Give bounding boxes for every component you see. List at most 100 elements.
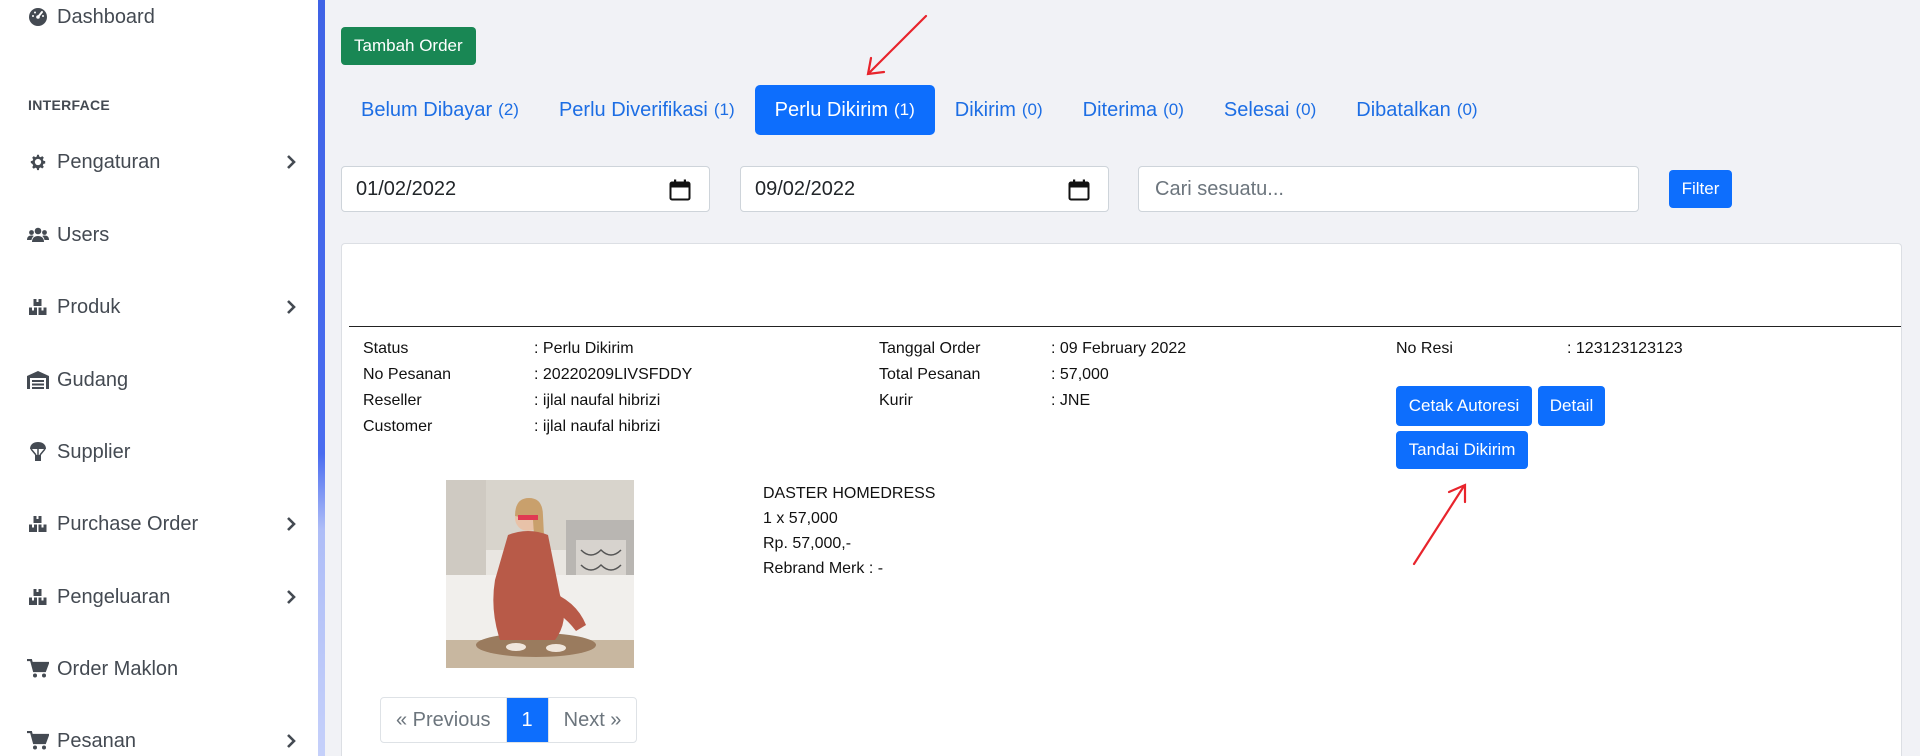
tab-label: Belum Dibayar bbox=[361, 98, 493, 121]
order-number-value: : 20220209LIVSFDDY bbox=[534, 366, 693, 383]
product-name: DASTER HOMEDRESS bbox=[763, 485, 936, 502]
tab-count: (0) bbox=[1021, 100, 1043, 119]
calendar-icon[interactable] bbox=[1068, 179, 1090, 207]
courier-value: : JNE bbox=[1051, 392, 1091, 409]
sidebar-item-label: Supplier bbox=[57, 440, 131, 463]
tab-label: Dikirim bbox=[954, 98, 1016, 121]
order-date-value: : 09 February 2022 bbox=[1051, 340, 1187, 357]
tab-label: Selesai bbox=[1223, 98, 1290, 121]
gear-icon bbox=[27, 152, 49, 172]
sidebar-item-supplier[interactable]: Supplier bbox=[27, 437, 297, 467]
customer-value: : ijlal naufal hibrizi bbox=[534, 418, 661, 435]
product-rebrand: Rebrand Merk : - bbox=[763, 560, 884, 577]
calendar-icon[interactable] bbox=[669, 179, 691, 207]
sidebar-item-pengaturan[interactable]: Pengaturan bbox=[27, 147, 297, 177]
sidebar-item-order-maklon[interactable]: Order Maklon bbox=[27, 654, 297, 684]
sidebar-item-users[interactable]: Users bbox=[27, 220, 297, 250]
date-from-input[interactable]: 01/02/2022 bbox=[341, 166, 710, 212]
sidebar-item-label: Pengaturan bbox=[57, 150, 161, 173]
pagination-next[interactable]: Next » bbox=[549, 698, 637, 742]
tab-count: (1) bbox=[894, 100, 915, 119]
order-total-label: Total Pesanan bbox=[879, 366, 981, 383]
chevron-right-icon bbox=[285, 732, 297, 755]
date-to-input[interactable]: 09/02/2022 bbox=[740, 166, 1109, 212]
tab-count: (1) bbox=[713, 100, 735, 119]
order-date-label: Tanggal Order bbox=[879, 340, 981, 357]
parachute-box-icon bbox=[27, 442, 49, 462]
tab-dikirim[interactable]: Dikirim (0) bbox=[935, 85, 1063, 135]
tab-selesai[interactable]: Selesai (0) bbox=[1204, 85, 1336, 135]
search-placeholder: Cari sesuatu... bbox=[1155, 177, 1284, 200]
product-price: Rp. 57,000,- bbox=[763, 535, 852, 552]
product-quantity: 1 x 57,000 bbox=[763, 510, 838, 527]
cart-icon bbox=[27, 731, 49, 751]
date-from-value: 01/02/2022 bbox=[356, 177, 457, 200]
chevron-right-icon bbox=[285, 153, 297, 176]
reseller-value: : ijlal naufal hibrizi bbox=[534, 392, 661, 409]
tab-perlu-diverifikasi[interactable]: Perlu Diverifikasi (1) bbox=[539, 85, 755, 135]
mark-as-sent-button[interactable]: Tandai Dikirim bbox=[1396, 431, 1528, 469]
sidebar-item-label: Pesanan bbox=[57, 729, 136, 752]
tab-dibatalkan[interactable]: Dibatalkan (0) bbox=[1336, 85, 1497, 135]
filter-button[interactable]: Filter bbox=[1669, 170, 1732, 208]
sidebar-item-label: Produk bbox=[57, 295, 121, 318]
sidebar-item-pesanan[interactable]: Pesanan bbox=[27, 726, 297, 756]
sidebar-item-label: Purchase Order bbox=[57, 512, 199, 535]
status-label: Status bbox=[363, 340, 409, 357]
sidebar-item-label: Gudang bbox=[57, 368, 129, 391]
sidebar-item-label: Dashboard bbox=[57, 5, 155, 28]
tab-count: (2) bbox=[498, 100, 519, 119]
order-number-label: No Pesanan bbox=[363, 366, 452, 383]
main-content: Tambah Order Belum Dibayar (2) Perlu Dive… bbox=[325, 0, 1920, 756]
sidebar: Dashboard INTERFACE Pengaturan Users Pro… bbox=[0, 0, 318, 756]
status-value: : Perlu Dikirim bbox=[534, 340, 634, 357]
tab-label: Diterima bbox=[1082, 98, 1158, 121]
sidebar-item-gudang[interactable]: Gudang bbox=[27, 365, 297, 395]
pagination: « Previous 1 Next » bbox=[380, 697, 638, 743]
chevron-right-icon bbox=[285, 298, 297, 321]
cart-icon bbox=[27, 659, 49, 679]
order-info-column-3: No Resi : 123123123123 bbox=[1396, 336, 1796, 366]
pagination-previous[interactable]: « Previous bbox=[381, 698, 507, 742]
pagination-page-1[interactable]: 1 bbox=[506, 698, 549, 742]
users-icon bbox=[27, 225, 49, 245]
boxes-icon bbox=[27, 587, 49, 607]
order-info-column-2: Tanggal Order : 09 February 2022 Total P… bbox=[879, 336, 1279, 426]
tab-perlu-dikirim[interactable]: Perlu Dikirim (1) bbox=[754, 85, 935, 135]
order-status-tabs: Belum Dibayar (2) Perlu Diverifikasi (1) P… bbox=[341, 85, 1498, 135]
sidebar-item-label: Order Maklon bbox=[57, 657, 179, 680]
sidebar-item-produk[interactable]: Produk bbox=[27, 292, 297, 322]
reseller-label: Reseller bbox=[363, 392, 422, 409]
customer-label: Customer bbox=[363, 418, 433, 435]
boxes-icon bbox=[27, 297, 49, 317]
warehouse-icon bbox=[27, 370, 49, 390]
product-image bbox=[446, 480, 634, 668]
tracking-number-label: No Resi bbox=[1396, 340, 1453, 357]
sidebar-item-pengeluaran[interactable]: Pengeluaran bbox=[27, 582, 297, 612]
sidebar-heading: INTERFACE bbox=[28, 97, 111, 113]
tab-belum-dibayar[interactable]: Belum Dibayar (2) bbox=[341, 85, 539, 135]
order-total-value: : 57,000 bbox=[1051, 366, 1109, 383]
sidebar-item-dashboard[interactable]: Dashboard bbox=[27, 2, 297, 32]
tab-diterima[interactable]: Diterima (0) bbox=[1063, 85, 1204, 135]
tachometer-icon bbox=[27, 7, 49, 27]
tracking-number-value: : 123123123123 bbox=[1567, 340, 1683, 357]
order-card: Status : Perlu Dikirim No Pesanan : 2022… bbox=[341, 243, 1902, 756]
sidebar-item-purchase-order[interactable]: Purchase Order bbox=[27, 509, 297, 539]
search-input[interactable]: Cari sesuatu... bbox=[1138, 166, 1639, 212]
courier-label: Kurir bbox=[879, 392, 913, 409]
product-details: DASTER HOMEDRESS 1 x 57,000 Rp. 57,000,-… bbox=[763, 481, 935, 581]
sidebar-item-label: Pengeluaran bbox=[57, 585, 171, 608]
sidebar-item-label: Users bbox=[57, 223, 110, 246]
add-order-button[interactable]: Tambah Order bbox=[341, 27, 476, 65]
boxes-icon bbox=[27, 514, 49, 534]
tab-label: Perlu Dikirim bbox=[774, 98, 889, 121]
tab-count: (0) bbox=[1295, 100, 1317, 119]
print-autoresi-button[interactable]: Cetak Autoresi bbox=[1396, 386, 1532, 426]
sidebar-scroll-accent bbox=[318, 0, 325, 756]
tab-count: (0) bbox=[1456, 100, 1478, 119]
chevron-right-icon bbox=[285, 588, 297, 611]
order-info-column-1: Status : Perlu Dikirim No Pesanan : 2022… bbox=[363, 336, 763, 446]
detail-button[interactable]: Detail bbox=[1538, 386, 1605, 426]
tab-count: (0) bbox=[1163, 100, 1184, 119]
